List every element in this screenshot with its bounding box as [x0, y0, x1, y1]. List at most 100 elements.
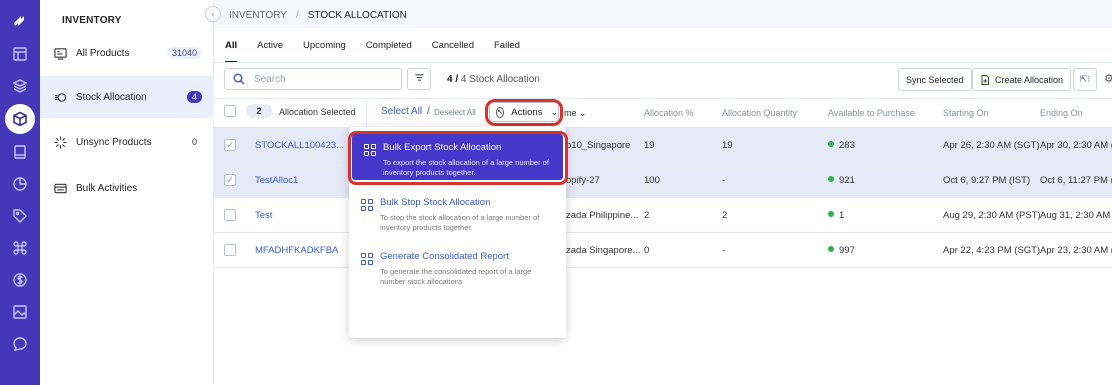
breadcrumb: INVENTORY / STOCK ALLOCATION [229, 10, 407, 21]
deselect-all-link[interactable]: Deselect All [434, 108, 476, 117]
available-value: 1 [839, 210, 845, 221]
available-to-purchase: 997 [828, 245, 855, 256]
tab-active[interactable]: Active [257, 40, 283, 63]
column-ending-on[interactable]: Ending On [1040, 108, 1083, 118]
allocation-pct: 0 [644, 245, 650, 256]
header-divider [366, 99, 367, 127]
inventory-box-icon[interactable] [5, 104, 35, 134]
sidebar-item-unsync-products[interactable]: Unsync Products 0 [40, 121, 214, 163]
sidebar-title: INVENTORY [62, 15, 122, 26]
menu-item-bulk-stop[interactable]: Bulk Stop Stock Allocation To stop the s… [349, 189, 566, 239]
store-name: zada Singapore... [566, 245, 641, 256]
store-name: o10_Singapore [566, 140, 631, 151]
search-box[interactable] [224, 68, 402, 90]
dashboard-icon[interactable] [10, 44, 30, 64]
menu-item-title: Generate Consolidated Report [380, 251, 509, 262]
filter-button[interactable] [407, 68, 431, 90]
store-name: zada Philippine... [566, 210, 639, 221]
sidebar-item-stock-allocation[interactable]: Stock Allocation 4 [40, 76, 214, 118]
menu-item-description: To stop the stock allocation of a large … [380, 213, 540, 232]
tag-icon[interactable] [10, 206, 30, 226]
tab-all[interactable]: All [225, 40, 238, 63]
ending-on: Aug 31, 2:30 AM (P [1040, 210, 1112, 221]
menu-item-generate-report[interactable]: Generate Consolidated Report To generate… [349, 243, 566, 293]
unsync-icon [54, 135, 68, 149]
menu-item-description: To generate the consolidated report of a… [380, 267, 532, 286]
allocation-name-link[interactable]: MFADHFKADKFBA [255, 245, 338, 256]
selected-label: Allocation Selected [279, 107, 356, 117]
column-toggle-button[interactable]: ⇱⁝ [1073, 68, 1097, 91]
allocation-name-link[interactable]: STOCKALL100423... [255, 140, 344, 151]
product-list-icon [54, 46, 68, 60]
search-icon [233, 73, 245, 85]
select-separator: / [427, 106, 430, 117]
selected-count-badge: 2 [246, 104, 272, 118]
tab-divider [214, 62, 1112, 63]
row-checkbox[interactable]: ✓ [224, 174, 236, 186]
column-allocation-pct[interactable]: Allocation % [644, 108, 694, 118]
allocation-qty: - [722, 245, 726, 256]
available-value: 283 [839, 140, 855, 151]
status-tabs: All Active Upcoming Completed Cancelled … [225, 40, 540, 63]
dollar-icon[interactable] [10, 270, 30, 290]
collapse-sidebar-icon[interactable]: ‹ [205, 6, 221, 22]
allocation-qty: - [722, 175, 726, 186]
create-allocation-button[interactable]: Create Allocation [972, 68, 1072, 91]
highlight-ring-actions [485, 99, 563, 126]
menu-item-title: Bulk Stop Stock Allocation [380, 197, 491, 208]
column-available[interactable]: Available to Purchase [828, 108, 915, 118]
allocation-qty: 2 [722, 210, 728, 221]
layers-icon[interactable] [10, 76, 30, 96]
select-all-link[interactable]: Select All [381, 106, 422, 117]
sidebar-item-all-products[interactable]: All Products 31040 [40, 32, 214, 74]
tab-failed[interactable]: Failed [494, 40, 520, 63]
starting-on: Oct 6, 9:27 PM (IST) [943, 175, 1031, 186]
sort-chevron-icon: ⌄ [579, 108, 587, 118]
allocation-count-total: 4 Stock Allocation [460, 74, 540, 85]
allocation-pct: 2 [644, 210, 650, 221]
grid-icon [361, 253, 373, 265]
column-allocation-qty[interactable]: Allocation Quantity [722, 108, 797, 118]
sidebar-item-label: Bulk Activities [76, 182, 138, 194]
settings-icon[interactable]: ⚙ [1104, 72, 1112, 86]
breadcrumb-root[interactable]: INVENTORY [229, 10, 287, 21]
allocation-name-link[interactable]: Test [255, 210, 272, 221]
chat-icon[interactable] [10, 334, 30, 354]
allocation-pct: 100 [644, 175, 660, 186]
row-checkbox[interactable] [224, 244, 236, 256]
breadcrumb-current: STOCK ALLOCATION [307, 10, 407, 21]
bulk-activities-icon [54, 181, 68, 195]
available-value: 997 [839, 245, 855, 256]
app-rail [0, 0, 40, 385]
status-dot [828, 141, 834, 147]
starting-on: Aug 29, 2:30 AM (PST) [943, 210, 1041, 221]
tab-cancelled[interactable]: Cancelled [432, 40, 474, 63]
highlight-ring-export [348, 131, 568, 185]
select-all-checkbox[interactable] [224, 105, 236, 117]
allocation-icon [54, 90, 68, 104]
status-dot [828, 211, 834, 217]
breadcrumb-separator: / [295, 10, 299, 21]
row-checkbox[interactable]: ✓ [224, 139, 236, 151]
image-icon[interactable] [10, 302, 30, 322]
tab-upcoming[interactable]: Upcoming [303, 40, 346, 63]
row-checkbox[interactable] [224, 209, 236, 221]
sidebar-item-label: Unsync Products [76, 136, 152, 148]
logo-icon[interactable] [10, 10, 30, 30]
book-icon[interactable] [10, 142, 30, 162]
command-icon[interactable] [10, 238, 30, 258]
chart-pie-icon[interactable] [10, 174, 30, 194]
available-to-purchase: 1 [828, 210, 844, 221]
sync-selected-button[interactable]: Sync Selected [898, 68, 972, 91]
sidebar-item-bulk-activities[interactable]: Bulk Activities [40, 167, 214, 209]
column-store-name[interactable]: me ⌄ [564, 108, 587, 119]
sidebar: INVENTORY All Products 31040 Stock Alloc… [40, 0, 214, 385]
search-input[interactable] [254, 73, 394, 85]
create-allocation-label: Create Allocation [995, 74, 1064, 85]
allocation-pct: 19 [644, 140, 655, 151]
status-dot [828, 176, 834, 182]
tab-completed[interactable]: Completed [366, 40, 412, 63]
allocation-name-link[interactable]: TestAlloc1 [255, 175, 298, 186]
allocation-count: 4 / 4 Stock Allocation [447, 74, 540, 85]
column-starting-on[interactable]: Starting On [943, 108, 989, 118]
